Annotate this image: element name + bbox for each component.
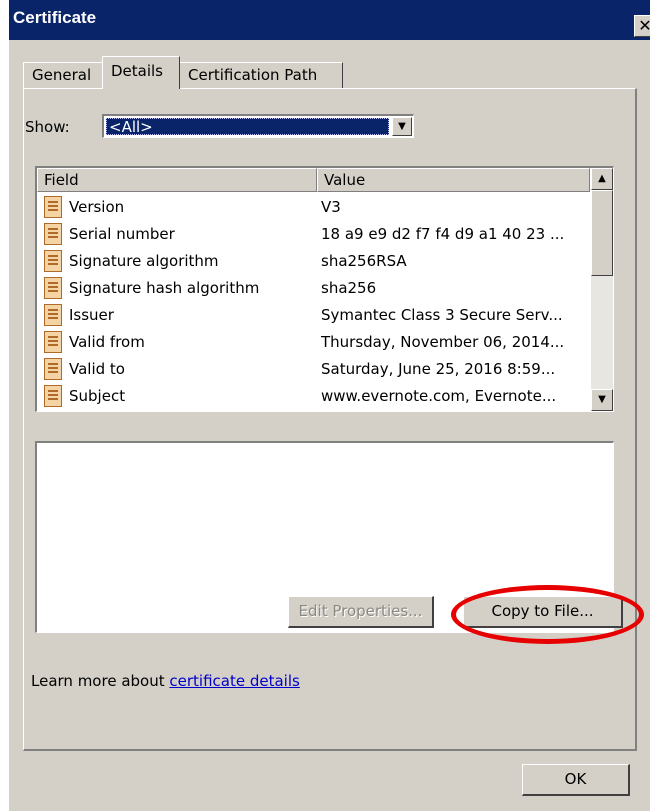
certificate-field-icon: [44, 385, 62, 407]
vertical-scrollbar[interactable]: ▲ ▼: [591, 168, 613, 411]
field-list[interactable]: Field Value Version V3 Serial number 18 …: [35, 166, 614, 412]
certificate-field-icon: [44, 250, 62, 272]
close-icon[interactable]: ✕: [634, 15, 650, 37]
field-value: 18 a9 e9 d2 f7 f4 d9 a1 40 23 ...: [321, 225, 565, 243]
scroll-up-icon[interactable]: ▲: [591, 168, 613, 190]
learn-more-text: Learn more about certificate details: [31, 672, 300, 690]
field-value: V3: [321, 198, 341, 216]
show-select[interactable]: <All> ▼: [102, 114, 414, 138]
list-header: Field Value: [37, 168, 590, 192]
field-name: Subject: [69, 387, 126, 405]
certificate-field-icon: [44, 304, 62, 326]
ok-button[interactable]: OK: [522, 764, 630, 796]
table-row[interactable]: Valid to Saturday, June 25, 2016 8:59...: [37, 356, 590, 383]
field-value: www.evernote.com, Evernote...: [321, 387, 557, 405]
field-name: Signature algorithm: [69, 252, 219, 270]
window-title: Certificate: [13, 8, 97, 27]
field-value: Thursday, November 06, 2014...: [321, 333, 565, 351]
learn-more-prefix: Learn more about: [31, 672, 170, 690]
show-label: Show:: [25, 118, 70, 136]
certificate-field-icon: [44, 331, 62, 353]
table-row[interactable]: Subject www.evernote.com, Evernote...: [37, 383, 590, 410]
certificate-field-icon: [44, 196, 62, 218]
column-header-value[interactable]: Value: [317, 168, 590, 192]
certificate-field-icon: [44, 358, 62, 380]
field-value: Saturday, June 25, 2016 8:59...: [321, 360, 556, 378]
field-value: Symantec Class 3 Secure Serv...: [321, 306, 563, 324]
table-row[interactable]: Serial number 18 a9 e9 d2 f7 f4 d9 a1 40…: [37, 221, 590, 248]
table-row[interactable]: Valid from Thursday, November 06, 2014..…: [37, 329, 590, 356]
scrollbar-thumb[interactable]: [591, 190, 613, 276]
title-bar[interactable]: Certificate ✕: [9, 0, 650, 40]
certificate-field-icon: [44, 223, 62, 245]
tab-general[interactable]: General: [23, 62, 103, 88]
tab-details[interactable]: Details: [102, 56, 180, 89]
certificate-field-icon: [44, 277, 62, 299]
table-row[interactable]: Signature algorithm sha256RSA: [37, 248, 590, 275]
field-name: Signature hash algorithm: [69, 279, 260, 297]
chevron-down-icon[interactable]: ▼: [392, 117, 412, 136]
field-name: Issuer: [69, 306, 114, 324]
scroll-down-icon[interactable]: ▼: [591, 389, 613, 411]
table-row[interactable]: Version V3: [37, 194, 590, 221]
field-name: Version: [69, 198, 125, 216]
show-selected-value: <All>: [106, 118, 389, 136]
table-row[interactable]: Issuer Symantec Class 3 Secure Serv...: [37, 302, 590, 329]
field-name: Valid to: [69, 360, 125, 378]
tab-certification-path[interactable]: Certification Path: [179, 62, 343, 88]
table-row[interactable]: Signature hash algorithm sha256: [37, 275, 590, 302]
edit-properties-button: Edit Properties...: [288, 596, 434, 628]
field-name: Valid from: [69, 333, 145, 351]
certificate-details-link[interactable]: certificate details: [169, 672, 299, 690]
highlight-circle: [451, 585, 644, 644]
column-header-field[interactable]: Field: [37, 168, 317, 192]
field-name: Serial number: [69, 225, 175, 243]
field-value: sha256RSA: [321, 252, 407, 270]
field-value: sha256: [321, 279, 377, 297]
list-rows: Version V3 Serial number 18 a9 e9 d2 f7 …: [37, 194, 590, 410]
